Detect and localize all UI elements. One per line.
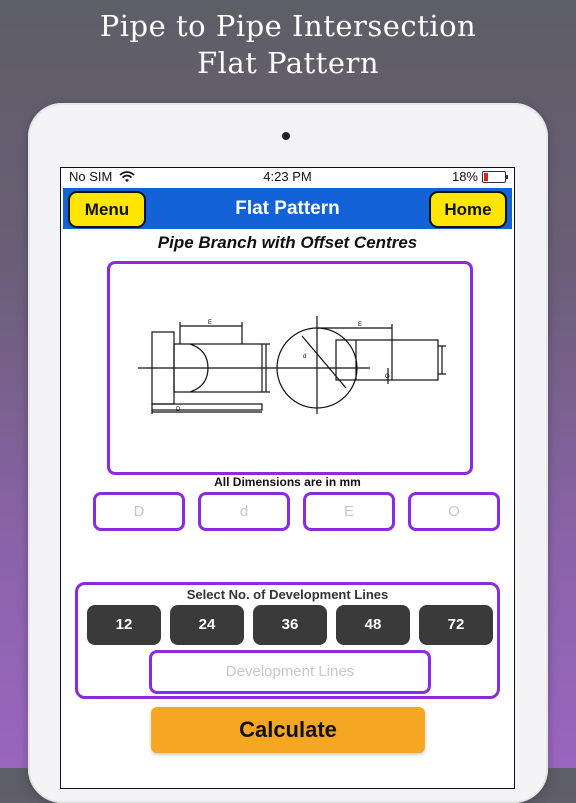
nav-bar: Flat Pattern Menu Home xyxy=(63,188,512,229)
status-battery: 18% xyxy=(451,169,508,184)
diagram-label-d-lower: d xyxy=(303,354,306,360)
dimension-o-input[interactable]: O xyxy=(408,492,500,531)
promo-line-2: Flat Pattern xyxy=(196,46,380,80)
diagram-label-d-upper: D xyxy=(176,407,181,413)
development-lines-panel: Select No. of Development Lines 12 24 36… xyxy=(75,582,500,699)
dimension-d-large-input[interactable]: D xyxy=(93,492,185,531)
dev-lines-72-button[interactable]: 72 xyxy=(419,605,493,645)
promo-title: Pipe to Pipe Intersection Flat Pattern xyxy=(0,8,576,82)
dev-lines-48-button[interactable]: 48 xyxy=(336,605,410,645)
status-time: 4:23 PM xyxy=(263,169,312,184)
battery-icon xyxy=(482,170,508,183)
status-bar: No SIM 4:23 PM 18% xyxy=(61,168,514,186)
diagram-label-e2: E xyxy=(358,322,362,328)
pipe-drawing: E D d E O xyxy=(138,316,446,414)
camera-icon xyxy=(282,132,290,140)
pipe-diagram: E D d E O xyxy=(107,261,473,475)
calculate-button[interactable]: Calculate xyxy=(151,707,425,753)
battery-percent: 18% xyxy=(451,169,478,184)
development-lines-label: Select No. of Development Lines xyxy=(186,587,389,602)
promo-line-1: Pipe to Pipe Intersection xyxy=(99,9,477,43)
diagram-label-o: O xyxy=(385,374,390,380)
dev-lines-24-button[interactable]: 24 xyxy=(170,605,244,645)
diagram-label-e1: E xyxy=(208,320,212,326)
dev-lines-12-button[interactable]: 12 xyxy=(87,605,161,645)
dev-lines-36-button[interactable]: 36 xyxy=(253,605,327,645)
development-lines-input[interactable]: Development Lines xyxy=(149,650,431,694)
dimensions-note: All Dimensions are in mm xyxy=(214,475,361,489)
page-title: Pipe Branch with Offset Centres xyxy=(157,233,418,252)
dimension-e-input[interactable]: E xyxy=(303,492,395,531)
home-button[interactable]: Home xyxy=(429,191,507,228)
app-screen: No SIM 4:23 PM 18% Flat Pattern Menu Hom… xyxy=(60,167,515,789)
dimension-d-small-input[interactable]: d xyxy=(198,492,290,531)
menu-button[interactable]: Menu xyxy=(68,191,146,228)
